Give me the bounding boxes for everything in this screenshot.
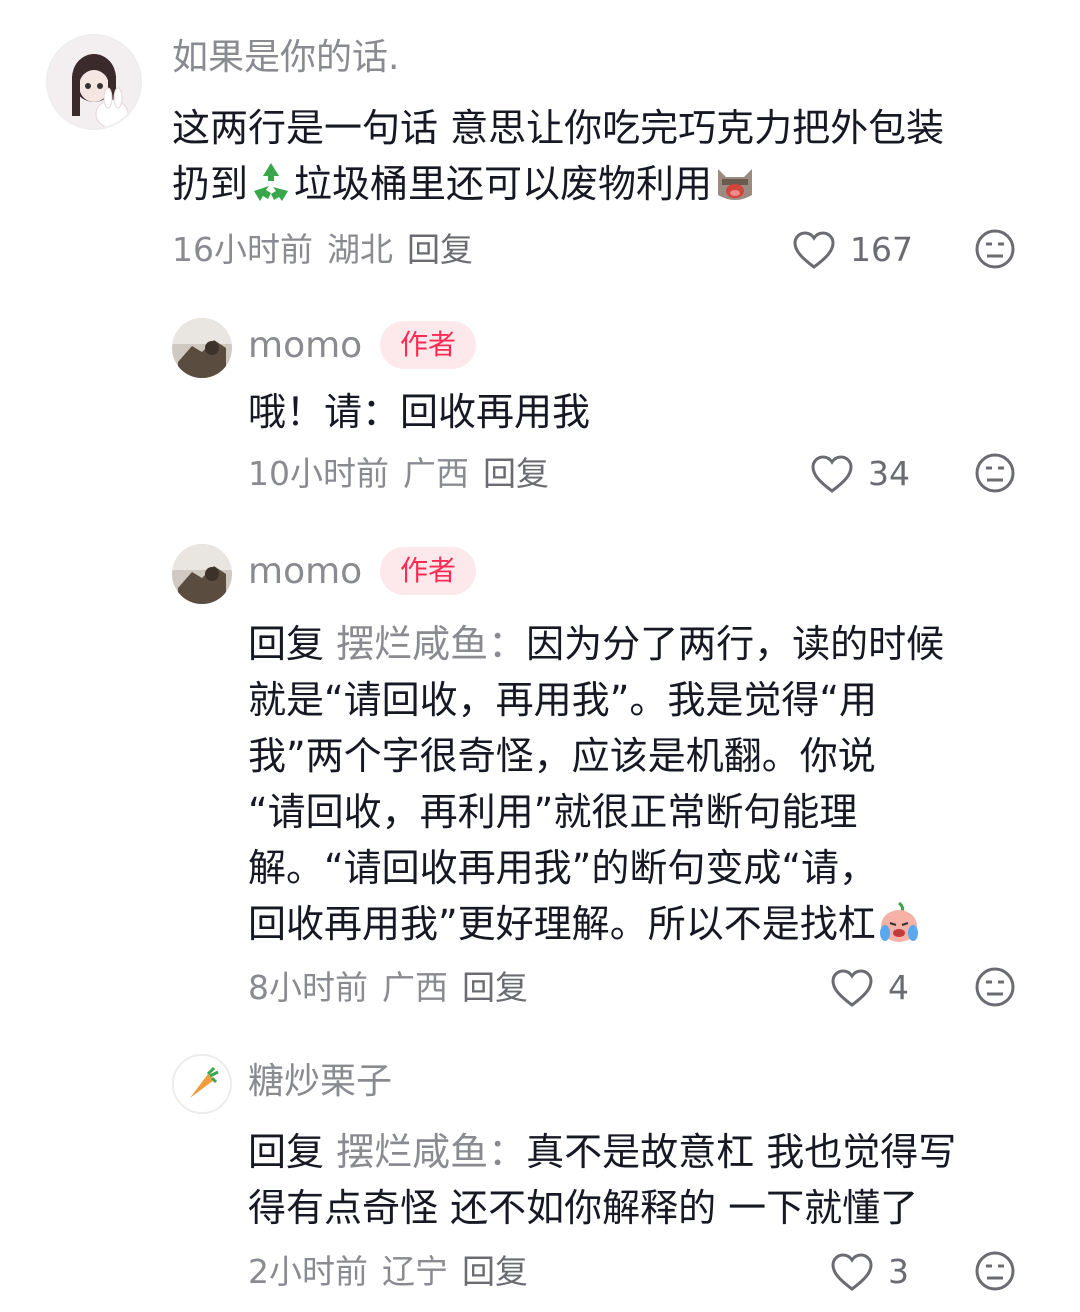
author-badge: 作者 — [380, 547, 477, 595]
recycle-emoji-icon — [254, 163, 289, 201]
timestamp: 8小时前 — [248, 968, 368, 1007]
comment-meta: 10小时前 广西 回复 — [248, 452, 563, 496]
avatar[interactable] — [172, 544, 232, 604]
location: 广西 — [382, 968, 448, 1007]
dislike-icon[interactable] — [974, 452, 1016, 494]
text-segment: 回收再用我”更好理解。所以不是找杠 — [248, 902, 876, 946]
comment-text: 这两行是一句话 意思让你吃完巧克力把外包装 扔到 垃圾桶里还可以废物利用 — [172, 100, 1052, 212]
dislike-icon[interactable] — [974, 1250, 1016, 1292]
heart-icon — [831, 969, 873, 1007]
like-button[interactable]: 34 — [810, 452, 910, 496]
like-button[interactable]: 4 — [830, 966, 909, 1010]
reply-target-user[interactable]: 摆烂咸鱼： — [336, 1130, 526, 1174]
timestamp: 10小时前 — [248, 454, 389, 493]
comment-text-line: 回复 摆烂咸鱼：真不是故意杠 我也觉得写 — [248, 1124, 1048, 1180]
like-count: 167 — [850, 230, 913, 269]
comment-text: 哦！请：回收再用我 — [248, 390, 591, 434]
comment-text-line: 回复 摆烂咸鱼：因为分了两行，读的时候 — [248, 616, 1048, 672]
username[interactable]: 如果是你的话. — [172, 36, 399, 80]
reply-target-user[interactable]: 摆烂咸鱼： — [336, 622, 526, 666]
reply-button[interactable]: 回复 — [462, 968, 528, 1007]
like-button[interactable]: 3 — [830, 1250, 909, 1294]
comment-meta: 2小时前 辽宁 回复 — [248, 1250, 542, 1294]
comment-text-line: 就是“请回收，再用我”。我是觉得“用 — [248, 678, 878, 722]
comment-text-line: 得有点奇怪 还不如你解释的 一下就懂了 — [248, 1186, 919, 1230]
username[interactable]: 糖炒栗子 — [248, 1060, 392, 1104]
like-button[interactable]: 167 — [792, 228, 913, 272]
heart-icon — [831, 1253, 873, 1291]
text-segment: 垃圾桶里还可以废物利用 — [294, 162, 713, 206]
like-count: 34 — [868, 454, 910, 493]
timestamp: 2小时前 — [248, 1252, 368, 1291]
comment-meta: 8小时前 广西 回复 — [248, 966, 542, 1010]
location: 辽宁 — [382, 1252, 448, 1291]
reply-button[interactable]: 回复 — [462, 1252, 528, 1291]
heart-icon — [811, 455, 853, 493]
crying-face-emoji-icon — [879, 901, 918, 942]
comment-text-line: 这两行是一句话 意思让你吃完巧克力把外包装 — [172, 106, 945, 150]
timestamp: 16小时前 — [172, 230, 313, 269]
comment-meta: 16小时前 湖北 回复 — [172, 228, 487, 272]
reply-prefix: 回复 — [248, 622, 325, 666]
dislike-icon[interactable] — [974, 228, 1016, 270]
reply-button[interactable]: 回复 — [483, 454, 549, 493]
comment-text: 回复 摆烂咸鱼：真不是故意杠 我也觉得写 得有点奇怪 还不如你解释的 一下就懂了 — [248, 1124, 1048, 1236]
location: 湖北 — [327, 230, 393, 269]
like-count: 3 — [888, 1252, 909, 1291]
comment-text-line: 扔到 垃圾桶里还可以废物利用 — [172, 156, 1052, 212]
comment-text-line: “请回收，再利用”就很正常断句能理 — [248, 790, 858, 834]
text-segment: 因为分了两行，读的时候 — [526, 622, 945, 666]
like-count: 4 — [888, 968, 909, 1007]
username[interactable]: momo — [248, 550, 362, 594]
text-segment: 真不是故意杠 我也觉得写 — [526, 1130, 957, 1174]
location: 广西 — [403, 454, 469, 493]
avatar[interactable] — [46, 34, 142, 130]
comment-text-line: 回收再用我”更好理解。所以不是找杠 — [248, 896, 1048, 952]
reply-button[interactable]: 回复 — [407, 230, 473, 269]
dislike-icon[interactable] — [974, 966, 1016, 1008]
comment-text-line: 解。“请回收再用我”的断句变成“请， — [248, 846, 878, 890]
comment-text: 回复 摆烂咸鱼：因为分了两行，读的时候 就是“请回收，再用我”。我是觉得“用 我… — [248, 616, 1048, 952]
avatar[interactable] — [172, 1054, 232, 1114]
author-badge: 作者 — [380, 321, 477, 369]
comment-text-line: 我”两个字很奇怪，应该是机翻。你说 — [248, 734, 876, 778]
reply-prefix: 回复 — [248, 1130, 325, 1174]
text-segment: 扔到 — [172, 162, 249, 206]
username[interactable]: momo — [248, 324, 362, 368]
crying-cat-emoji-icon — [718, 169, 753, 200]
heart-icon — [793, 231, 835, 269]
avatar[interactable] — [172, 318, 232, 378]
